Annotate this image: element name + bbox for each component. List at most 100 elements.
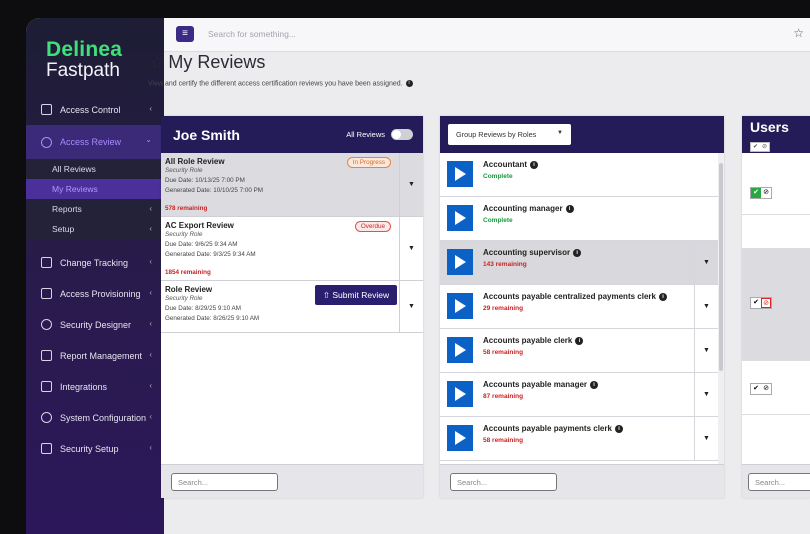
all-reviews-toggle[interactable] <box>391 129 413 140</box>
sidebar-subitem-label: Reports <box>52 204 82 214</box>
user-row[interactable]: ✔ ⊘ <box>742 361 810 415</box>
reviews-search-input[interactable]: Search... <box>171 473 278 491</box>
review-item[interactable]: AC Export Review Security Role Due Date:… <box>161 217 423 281</box>
sidebar-item-access-control[interactable]: Access Control ‹ <box>26 94 164 125</box>
sidebar-subitem-setup[interactable]: Setup ‹ <box>26 219 164 239</box>
bulk-certify-toggle[interactable]: ✔ ⊘ <box>750 142 770 152</box>
gear-icon <box>41 412 52 423</box>
global-search-input[interactable]: Search for something... <box>208 29 296 39</box>
info-icon[interactable]: i <box>405 80 413 87</box>
chevron-left-icon: ‹ <box>149 412 152 421</box>
group-by-select[interactable]: Group Reviews by Roles ▼ <box>448 124 571 145</box>
list-item[interactable]: Accounts payable manager i 87 remaining ▼ <box>440 373 718 417</box>
favorite-star-icon[interactable]: ☆ <box>150 55 164 72</box>
role-name-text: Accounts payable centralized payments cl… <box>483 292 656 301</box>
dynamics-logo-icon <box>447 161 473 187</box>
sidebar-nav: Access Control ‹ Access Review ⌄ All Rev… <box>26 94 164 464</box>
role-status: 87 remaining <box>483 393 524 400</box>
brand-name: Delinea <box>46 38 123 61</box>
certify-toggle[interactable]: ✔ ⊘ <box>750 187 772 199</box>
sidebar-subitem-all-reviews[interactable]: All Reviews <box>26 159 164 179</box>
check-icon[interactable]: ✔ <box>751 188 761 198</box>
info-icon[interactable]: i <box>573 248 582 257</box>
info-icon[interactable]: i <box>530 160 538 169</box>
roles-list: Accountant i Complete Accounting manager i… <box>440 153 718 464</box>
reject-icon[interactable]: ⊘ <box>761 298 771 308</box>
review-generated-date: Generated Date: 9/3/25 9:34 AM <box>165 251 256 258</box>
check-icon[interactable]: ✔ <box>751 143 760 151</box>
review-remaining: 578 remaining <box>165 205 208 212</box>
info-icon[interactable]: i <box>590 380 599 389</box>
upload-icon: ⇧ <box>322 290 333 300</box>
info-icon[interactable]: i <box>658 292 667 301</box>
check-icon[interactable]: ✔ <box>751 298 761 308</box>
all-reviews-toggle-label: All Reviews <box>346 130 385 139</box>
sidebar-subitem-label: Setup <box>52 224 75 234</box>
role-expand-button[interactable]: ▼ <box>694 329 718 372</box>
review-item[interactable]: Role Review Security Role Due Date: 8/29… <box>161 281 423 333</box>
sidebar-item-change-tracking[interactable]: Change Tracking ‹ <box>26 247 164 278</box>
review-due-date: Due Date: 10/13/25 7:00 PM <box>165 177 245 184</box>
id-card-icon <box>41 288 52 299</box>
users-search-input[interactable]: Search... <box>748 473 810 491</box>
sidebar-item-access-provisioning[interactable]: Access Provisioning ‹ <box>26 278 164 309</box>
info-icon[interactable]: i <box>575 336 584 345</box>
sidebar-item-label: Access Control <box>60 104 121 115</box>
info-icon[interactable]: i <box>614 424 623 433</box>
review-expand-button[interactable]: ▼ <box>399 217 423 280</box>
role-expand-button[interactable]: ▼ <box>694 417 718 460</box>
reject-icon[interactable]: ⊘ <box>761 188 771 198</box>
sidebar-item-access-review[interactable]: Access Review ⌄ <box>26 125 164 159</box>
top-bar: ≡ Search for something... ☆ <box>164 18 810 52</box>
sidebar-item-label: Report Management <box>60 350 143 361</box>
certify-toggle[interactable]: ✔ ⊘ <box>750 383 772 395</box>
list-item[interactable]: Accounts payable centralized payments cl… <box>440 285 718 329</box>
sidebar-item-label: Integrations <box>60 381 108 392</box>
roles-search-input[interactable]: Search... <box>450 473 557 491</box>
users-panel-footer: Search... <box>742 464 810 498</box>
user-row[interactable]: ✔ ⊘ <box>742 153 810 215</box>
info-icon[interactable]: i <box>565 204 574 213</box>
check-icon[interactable]: ✔ <box>751 384 761 394</box>
list-item[interactable]: Accountant i Complete <box>440 153 718 197</box>
reject-icon[interactable]: ⊘ <box>761 384 771 394</box>
review-expand-button[interactable]: ▼ <box>399 153 423 216</box>
role-status: 58 remaining <box>483 437 524 444</box>
favorite-star-icon[interactable]: ☆ <box>793 26 804 40</box>
terminal-icon <box>41 381 52 392</box>
review-due-date: Due Date: 9/6/25 9:34 AM <box>165 241 238 248</box>
chevron-left-icon: ‹ <box>149 350 152 359</box>
users-panel-header: Users ✔ ⊘ <box>742 116 810 153</box>
user-row[interactable]: ✔ ⊘ <box>742 249 810 361</box>
sidebar-item-integrations[interactable]: Integrations ‹ <box>26 371 164 402</box>
certify-toggle[interactable]: ✔ ⊘ <box>750 297 772 309</box>
reject-icon[interactable]: ⊘ <box>760 143 769 151</box>
sidebar-item-security-designer[interactable]: Security Designer ‹ <box>26 309 164 340</box>
sidebar-item-label: Security Setup <box>60 443 119 454</box>
dynamics-logo-icon <box>447 425 473 451</box>
chevron-left-icon: ‹ <box>149 104 152 113</box>
sidebar-subitem-reports[interactable]: Reports ‹ <box>26 199 164 219</box>
sidebar-item-system-configuration[interactable]: System Configuration ‹ <box>26 402 164 433</box>
menu-toggle-button[interactable]: ≡ <box>176 26 194 42</box>
list-item[interactable]: Accounting supervisor i 143 remaining ▼ <box>440 241 718 285</box>
role-expand-button[interactable]: ▼ <box>694 285 718 328</box>
sidebar-item-report-management[interactable]: Report Management ‹ <box>26 340 164 371</box>
roles-scrollbar[interactable] <box>718 153 724 464</box>
list-item[interactable]: Accounts payable clerk i 58 remaining ▼ <box>440 329 718 373</box>
sidebar-item-security-setup[interactable]: Security Setup ‹ <box>26 433 164 464</box>
review-expand-button[interactable]: ▼ <box>399 281 423 332</box>
users-panel-title: Users <box>750 119 789 135</box>
review-item[interactable]: All Role Review Security Role Due Date: … <box>161 153 423 217</box>
role-expand-button[interactable]: ▼ <box>694 373 718 416</box>
list-item[interactable]: Accounts payable payments clerk i 58 rema… <box>440 417 718 461</box>
submit-review-label: Submit Review <box>332 290 390 300</box>
status-badge: In Progress <box>346 157 391 168</box>
list-item[interactable]: Accounting manager i Complete <box>440 197 718 241</box>
user-row[interactable] <box>742 215 810 249</box>
submit-review-button[interactable]: ⇧ Submit Review <box>315 285 397 305</box>
role-expand-button[interactable]: ▼ <box>694 241 718 284</box>
sidebar-subitem-my-reviews[interactable]: My Reviews <box>26 179 164 199</box>
users-panel: Users ✔ ⊘ ✔ ⊘ ✔ ⊘ ✔ ⊘ Search... <box>742 116 810 498</box>
role-name: Accounts payable payments clerk i <box>483 424 623 433</box>
